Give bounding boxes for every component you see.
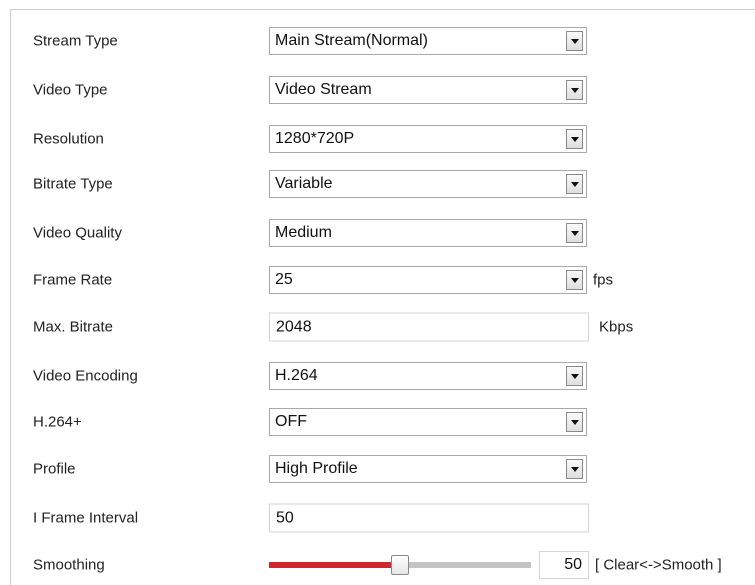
smoothing-row: Smoothing [ Clear<->Smooth ] bbox=[11, 548, 755, 582]
frame-rate-label: Frame Rate bbox=[33, 271, 113, 289]
video-quality-select[interactable]: Medium bbox=[269, 219, 587, 247]
smoothing-slider-handle[interactable] bbox=[391, 555, 409, 575]
resolution-row: Resolution 1280*720P bbox=[11, 122, 755, 156]
resolution-select[interactable]: 1280*720P bbox=[269, 125, 587, 153]
bitrate-type-label: Bitrate Type bbox=[33, 175, 113, 193]
h264-plus-label: H.264+ bbox=[33, 413, 82, 431]
chevron-down-icon[interactable] bbox=[566, 174, 583, 194]
profile-value: High Profile bbox=[275, 460, 358, 477]
smoothing-label: Smoothing bbox=[33, 556, 105, 574]
i-frame-interval-input[interactable] bbox=[269, 503, 589, 533]
frame-rate-value: 25 bbox=[275, 271, 293, 288]
stream-type-label: Stream Type bbox=[33, 32, 118, 50]
stream-type-value: Main Stream(Normal) bbox=[275, 32, 428, 49]
chevron-down-icon[interactable] bbox=[566, 366, 583, 386]
chevron-down-icon[interactable] bbox=[566, 80, 583, 100]
bitrate-type-row: Bitrate Type Variable bbox=[11, 167, 755, 201]
h264-plus-value: OFF bbox=[275, 413, 307, 430]
chevron-down-icon[interactable] bbox=[566, 412, 583, 432]
max-bitrate-input[interactable] bbox=[269, 312, 589, 342]
smoothing-slider-track[interactable] bbox=[269, 555, 531, 575]
video-encoding-value: H.264 bbox=[275, 367, 318, 384]
chevron-down-icon[interactable] bbox=[566, 270, 583, 290]
video-type-value: Video Stream bbox=[275, 81, 372, 98]
chevron-down-icon[interactable] bbox=[566, 129, 583, 149]
video-quality-value: Medium bbox=[275, 224, 332, 241]
video-quality-row: Video Quality Medium bbox=[11, 216, 755, 250]
video-type-select[interactable]: Video Stream bbox=[269, 76, 587, 104]
h264-plus-select[interactable]: OFF bbox=[269, 408, 587, 436]
max-bitrate-unit: Kbps bbox=[599, 318, 634, 336]
resolution-value: 1280*720P bbox=[275, 130, 355, 147]
profile-select[interactable]: High Profile bbox=[269, 455, 587, 483]
profile-label: Profile bbox=[33, 460, 76, 478]
video-encoding-label: Video Encoding bbox=[33, 367, 138, 385]
smoothing-value-input[interactable] bbox=[539, 551, 589, 579]
chevron-down-icon[interactable] bbox=[566, 459, 583, 479]
max-bitrate-label: Max. Bitrate bbox=[33, 318, 114, 336]
video-type-row: Video Type Video Stream bbox=[11, 73, 755, 107]
bitrate-type-value: Variable bbox=[275, 175, 333, 192]
smoothing-range-hint: [ Clear<->Smooth ] bbox=[595, 556, 722, 574]
stream-type-row: Stream Type Main Stream(Normal) bbox=[11, 24, 755, 58]
stream-type-select[interactable]: Main Stream(Normal) bbox=[269, 27, 587, 55]
i-frame-interval-row: I Frame Interval bbox=[11, 501, 755, 535]
video-encoding-row: Video Encoding H.264 bbox=[11, 359, 755, 393]
h264-plus-row: H.264+ OFF bbox=[11, 405, 755, 439]
resolution-label: Resolution bbox=[33, 130, 104, 148]
smoothing-slider-fill bbox=[269, 562, 400, 568]
video-encoding-select[interactable]: H.264 bbox=[269, 362, 587, 390]
chevron-down-icon[interactable] bbox=[566, 223, 583, 243]
i-frame-interval-label: I Frame Interval bbox=[33, 509, 139, 527]
video-quality-label: Video Quality bbox=[33, 224, 122, 242]
chevron-down-icon[interactable] bbox=[566, 31, 583, 51]
frame-rate-row: Frame Rate 25 fps bbox=[11, 263, 755, 297]
bitrate-type-select[interactable]: Variable bbox=[269, 170, 587, 198]
profile-row: Profile High Profile bbox=[11, 452, 755, 486]
video-type-label: Video Type bbox=[33, 81, 108, 99]
frame-rate-select[interactable]: 25 bbox=[269, 266, 587, 294]
max-bitrate-row: Max. Bitrate Kbps bbox=[11, 310, 755, 344]
frame-rate-unit: fps bbox=[593, 271, 614, 289]
video-settings-panel: Stream Type Main Stream(Normal) Video Ty… bbox=[10, 9, 755, 585]
